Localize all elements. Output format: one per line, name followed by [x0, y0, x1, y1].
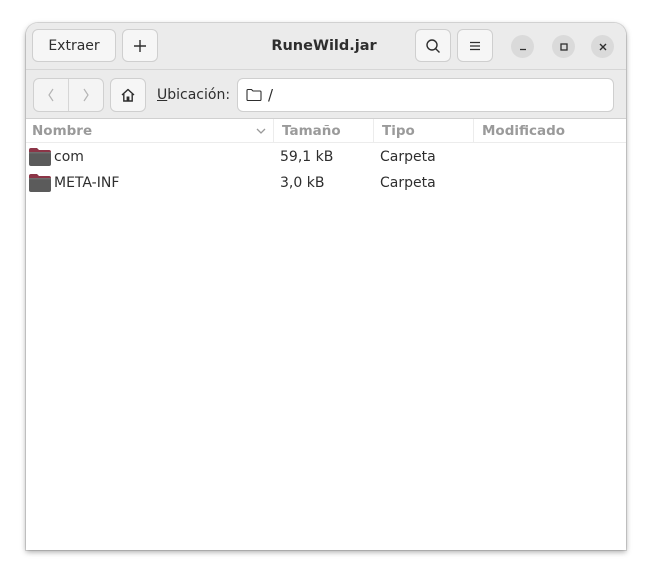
home-button[interactable]: [110, 78, 146, 112]
file-name: com: [54, 149, 84, 165]
maximize-button[interactable]: [552, 35, 575, 58]
extract-button[interactable]: Extraer: [32, 29, 116, 62]
file-size: 3,0 kB: [280, 175, 325, 191]
location-field[interactable]: /: [237, 78, 614, 112]
minimize-button[interactable]: [511, 35, 534, 58]
location-path: /: [268, 86, 274, 104]
column-name-header[interactable]: Nombre: [26, 119, 274, 143]
folder-icon: [29, 174, 51, 192]
folder-outline-icon: [246, 88, 262, 102]
file-list: Nombre Tamaño Tipo Modificado com 59,1 k…: [26, 119, 626, 550]
minimize-icon: [519, 48, 526, 50]
plus-icon: [134, 39, 146, 52]
search-icon: [426, 38, 440, 53]
file-row[interactable]: com 59,1 kB Carpeta: [26, 144, 626, 170]
close-icon: [599, 43, 606, 50]
file-type: Carpeta: [380, 175, 436, 191]
maximize-icon: [559, 42, 568, 51]
column-size-header[interactable]: Tamaño: [274, 119, 374, 143]
title-bar: Extraer RuneWild.jar: [26, 23, 626, 69]
column-modified-header[interactable]: Modificado: [474, 119, 626, 143]
chevron-left-icon: [48, 88, 54, 102]
history-navigation: [33, 78, 104, 112]
folder-icon: [29, 148, 51, 166]
home-icon: [121, 88, 135, 102]
chevron-right-icon: [83, 88, 89, 102]
file-name: META-INF: [54, 175, 120, 191]
archive-manager-window: Extraer RuneWild.jar Ubicación: / Nombre…: [26, 23, 626, 550]
main-menu-button[interactable]: [457, 29, 493, 62]
location-label-rest: bicación:: [167, 87, 231, 103]
file-size: 59,1 kB: [280, 149, 334, 165]
location-bar: Ubicación: /: [26, 69, 626, 119]
back-button[interactable]: [34, 79, 68, 111]
file-type: Carpeta: [380, 149, 436, 165]
file-row[interactable]: META-INF 3,0 kB Carpeta: [26, 170, 626, 196]
extract-button-label: Extraer: [48, 37, 100, 54]
search-button[interactable]: [415, 29, 451, 62]
location-label-mnemonic: U: [157, 87, 168, 103]
column-header: Nombre Tamaño Tipo Modificado: [26, 119, 626, 143]
window-title: RuneWild.jar: [271, 38, 377, 54]
location-label: Ubicación:: [157, 78, 230, 112]
column-type-header[interactable]: Tipo: [374, 119, 474, 143]
forward-button[interactable]: [68, 79, 103, 111]
close-button[interactable]: [591, 35, 614, 58]
add-files-button[interactable]: [122, 29, 158, 62]
hamburger-menu-icon: [470, 41, 480, 50]
chevron-down-icon: [256, 128, 266, 134]
